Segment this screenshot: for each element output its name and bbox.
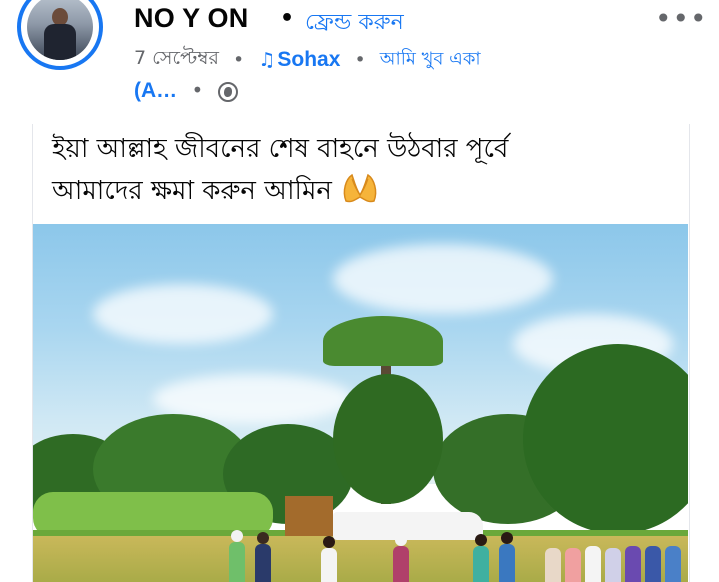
meta-separator: • (191, 78, 204, 102)
photo-person-head (395, 534, 407, 546)
photo-bier-frame (285, 496, 333, 536)
meta-separator: • (233, 49, 245, 71)
photo-person (645, 546, 661, 582)
photo-person (473, 546, 489, 582)
author-name[interactable]: NO Y ON (134, 3, 248, 34)
more-options-icon[interactable]: ••• (655, 2, 708, 35)
photo-palm-fronds (323, 316, 443, 366)
photo-person (585, 546, 601, 582)
photo-person-head (231, 530, 243, 542)
avatar[interactable] (17, 0, 103, 70)
song-title-continued[interactable]: (A… (134, 79, 177, 102)
post-meta: 7 সেপ্টেম্বর • ♫Sohax • আমি খুব একা (134, 44, 481, 76)
photo-person (665, 546, 681, 582)
caption-line-2: আমাদের ক্ষমা করুন আমিন (52, 176, 332, 206)
photo-person-head (323, 536, 335, 548)
post-date[interactable]: 7 সেপ্টেম্বর (134, 47, 219, 69)
photo-person-head (257, 532, 269, 544)
caption-line-1: ইয়া আল্লাহ জীবনের শেষ বাহনে উঠবার পূর্ব… (52, 134, 509, 164)
photo-person (605, 548, 621, 582)
photo-person (255, 544, 271, 582)
photo-person (545, 548, 561, 582)
photo-person (565, 548, 581, 582)
avatar-person-body (44, 24, 76, 60)
post-photo[interactable] (33, 224, 688, 582)
photo-person (321, 548, 337, 582)
music-artist-link[interactable]: Sohax (277, 48, 340, 71)
photo-cloud (93, 284, 273, 344)
post-caption: ইয়া আল্লাহ জীবনের শেষ বাহনে উঠবার পূর্ব… (52, 128, 672, 218)
photo-person (499, 544, 515, 582)
photo-palm-fronds-lower (333, 374, 443, 504)
profile-photo (27, 0, 93, 60)
photo-person-head (475, 534, 487, 546)
post-meta-continued: (A… • (134, 78, 238, 103)
photo-bier-cloth (333, 512, 483, 540)
photo-person (229, 542, 245, 582)
song-title-link[interactable]: আমি খুব একা (380, 49, 481, 70)
photo-person-head (501, 532, 513, 544)
photo-person (625, 546, 641, 582)
meta-separator: • (354, 49, 366, 71)
photo-cloud (333, 244, 553, 314)
caption-line-2-wrap: আমাদের ক্ষমা করুন আমিন (52, 170, 672, 218)
globe-icon[interactable] (217, 81, 238, 102)
music-note-icon: ♫ (258, 49, 276, 71)
photo-person (393, 546, 409, 582)
post-header: NO Y ON • ফ্রেন্ড করুন ••• 7 সেপ্টেম্বর … (0, 0, 719, 120)
add-friend-button[interactable]: ফ্রেন্ড করুন (305, 5, 404, 42)
name-separator: • (280, 6, 295, 31)
praying-hands-emoji-icon (340, 171, 380, 218)
